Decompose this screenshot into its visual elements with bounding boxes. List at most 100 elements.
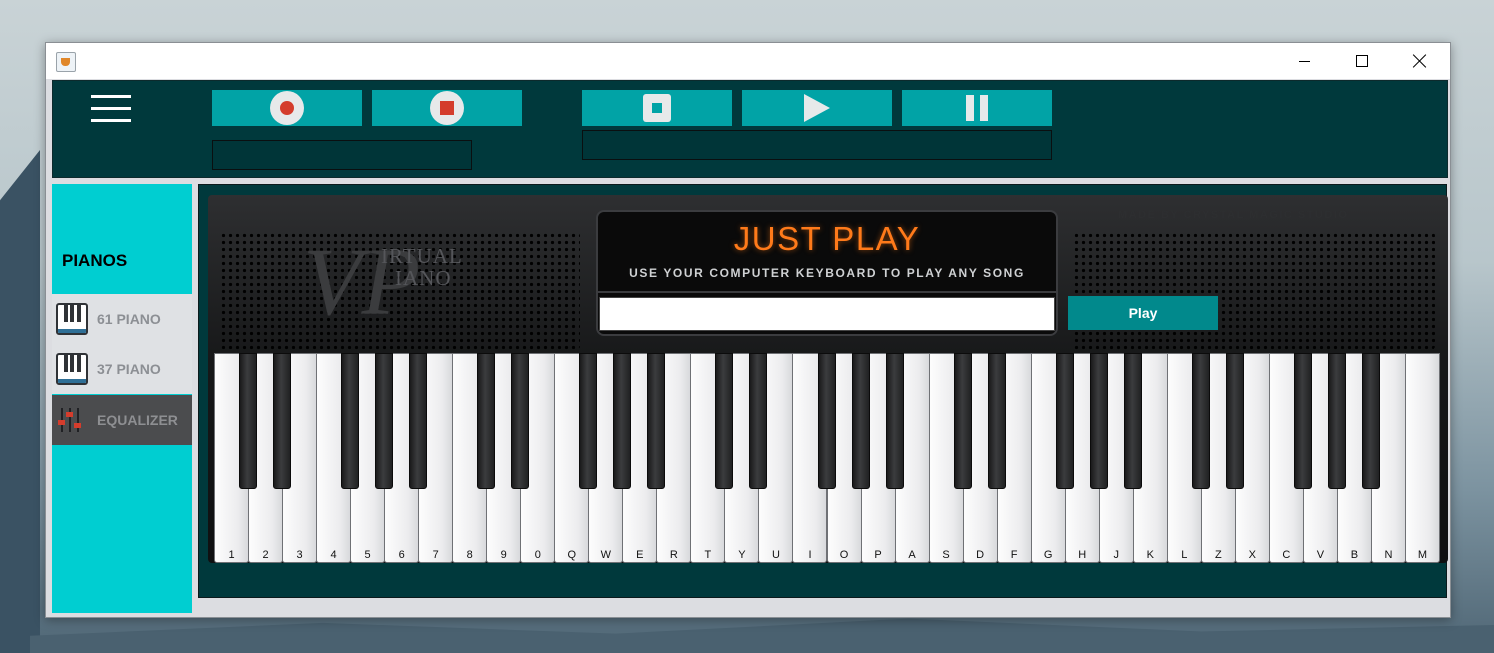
key-label: 7: [432, 549, 439, 561]
key-label: D: [976, 549, 985, 561]
key-label: 5: [364, 549, 371, 561]
black-key[interactable]: [1191, 353, 1210, 489]
display-subtitle: USE YOUR COMPUTER KEYBOARD TO PLAY ANY S…: [629, 266, 1025, 280]
black-key[interactable]: [511, 353, 530, 489]
black-key[interactable]: [273, 353, 292, 489]
key-label: 2: [262, 549, 269, 561]
minimize-icon: [1298, 60, 1310, 62]
black-key[interactable]: [715, 353, 734, 489]
key-label: A: [908, 549, 916, 561]
black-key[interactable]: [749, 353, 768, 489]
play-icon: [804, 94, 830, 122]
key-label: 8: [466, 549, 473, 561]
key-label: M: [1417, 549, 1428, 561]
key-label: Y: [738, 549, 746, 561]
piano-keyboard-icon: [56, 353, 88, 385]
key-label: X: [1248, 549, 1256, 561]
key-label: N: [1384, 549, 1393, 561]
right-speaker-grille: [1073, 232, 1435, 350]
black-key[interactable]: [341, 353, 360, 489]
sidebar-item-37-piano[interactable]: 37 PIANO: [52, 344, 192, 394]
black-key[interactable]: [1327, 353, 1346, 489]
play-song-button[interactable]: Play: [1068, 296, 1218, 330]
key-label: G: [1043, 549, 1053, 561]
black-key[interactable]: [817, 353, 836, 489]
black-key[interactable]: [477, 353, 496, 489]
sidebar-item-61-piano[interactable]: 61 PIANO: [52, 294, 192, 344]
black-key[interactable]: [1293, 353, 1312, 489]
key-label: 9: [500, 549, 507, 561]
black-key[interactable]: [239, 353, 258, 489]
key-label: B: [1350, 549, 1359, 561]
sidebar-item-label: 61 PIANO: [97, 311, 161, 327]
key-label: 1: [228, 549, 235, 561]
key-label: Z: [1214, 549, 1222, 561]
key-label: C: [1282, 549, 1291, 561]
key-label: S: [942, 549, 950, 561]
background-tree: [0, 150, 40, 653]
black-key[interactable]: [1089, 353, 1108, 489]
key-label: T: [704, 549, 712, 561]
minimize-button[interactable]: [1275, 43, 1333, 79]
black-key[interactable]: [1225, 353, 1244, 489]
sidebar-item-label: EQUALIZER: [97, 412, 178, 428]
sidebar: PIANOS 61 PIANO 37 PIANO EQUALIZER: [52, 184, 192, 613]
record-button[interactable]: [212, 90, 362, 126]
sidebar-header: PIANOS: [62, 251, 128, 270]
key-label: W: [600, 549, 611, 561]
display-title: JUST PLAY: [733, 220, 921, 257]
stop-icon: [643, 94, 671, 122]
menu-icon[interactable]: [91, 95, 133, 125]
key-label: P: [874, 549, 882, 561]
control-toolbar: [52, 80, 1448, 178]
pause-icon: [966, 95, 988, 121]
black-key[interactable]: [1123, 353, 1142, 489]
black-key[interactable]: [375, 353, 394, 489]
key-label: F: [1010, 549, 1018, 561]
play-button[interactable]: [742, 90, 892, 126]
java-app-icon: [56, 52, 76, 72]
sidebar-item-equalizer[interactable]: EQUALIZER: [52, 395, 192, 445]
black-key[interactable]: [613, 353, 632, 489]
key-label: 0: [534, 549, 541, 561]
black-key[interactable]: [885, 353, 904, 489]
key-label: Q: [567, 549, 577, 561]
recording-status-field: [212, 140, 472, 170]
key-label: J: [1113, 549, 1119, 561]
black-key[interactable]: [851, 353, 870, 489]
black-key[interactable]: [647, 353, 666, 489]
white-key[interactable]: M: [1404, 353, 1440, 563]
studio-credit: MADE BY CRYSTAL MAGIC STUDIO: [1118, 209, 1349, 221]
maximize-icon: [1356, 55, 1368, 67]
black-key[interactable]: [1361, 353, 1380, 489]
black-key[interactable]: [1055, 353, 1074, 489]
piano-area: VP IRTUAL IANO MADE BY CRYSTAL MAGIC STU…: [198, 184, 1448, 598]
sidebar-item-label: 37 PIANO: [97, 361, 161, 377]
stop-button[interactable]: [582, 90, 732, 126]
key-label: O: [839, 549, 849, 561]
piano-panel: VP IRTUAL IANO MADE BY CRYSTAL MAGIC STU…: [208, 195, 1448, 563]
pause-button[interactable]: [902, 90, 1052, 126]
black-key[interactable]: [953, 353, 972, 489]
key-label: E: [636, 549, 644, 561]
black-key[interactable]: [409, 353, 428, 489]
piano-keyboard: 1 2 3 4 5 6 7 8 9 0 Q W E R T Y U I O P A S D F G H J K L Z X C V B N M: [214, 353, 1440, 563]
display-divider: [598, 291, 1056, 293]
song-input[interactable]: [599, 297, 1055, 331]
key-label: V: [1316, 549, 1325, 561]
key-label: R: [669, 549, 678, 561]
key-label: H: [1078, 549, 1087, 561]
playback-progress-field: [582, 130, 1052, 160]
stop-record-button[interactable]: [372, 90, 522, 126]
key-label: L: [1181, 549, 1188, 561]
black-key[interactable]: [987, 353, 1006, 489]
close-button[interactable]: [1391, 43, 1449, 79]
maximize-button[interactable]: [1333, 43, 1391, 79]
equalizer-sliders-icon: [56, 406, 84, 434]
key-label: I: [808, 549, 812, 561]
piano-keyboard-icon: [56, 303, 88, 335]
title-bar: [46, 43, 1450, 79]
black-key[interactable]: [579, 353, 598, 489]
key-label: K: [1146, 549, 1154, 561]
key-label: 6: [398, 549, 405, 561]
